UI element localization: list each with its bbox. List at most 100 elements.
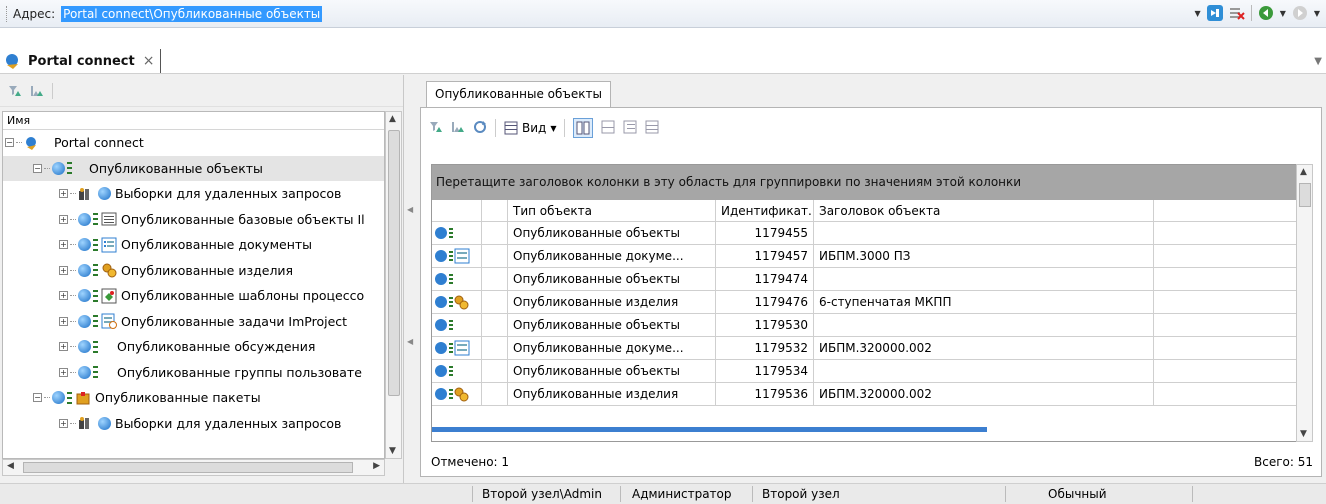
filter-icon[interactable] bbox=[429, 121, 443, 136]
group-by-area[interactable]: Перетащите заголовок колонки в эту облас… bbox=[432, 165, 1305, 200]
tree-item[interactable]: + Опубликованные базовые объекты Il bbox=[3, 207, 384, 233]
tree-item-label: Опубликованные пакеты bbox=[95, 390, 261, 406]
table-row[interactable]: Опубликованные объекты 1179534 bbox=[432, 360, 1305, 383]
published-node-icon bbox=[93, 289, 98, 302]
view-button[interactable]: Вид ▼ bbox=[504, 121, 556, 135]
splitter-grip[interactable]: ◀ bbox=[407, 205, 413, 215]
icon-column-header[interactable] bbox=[432, 200, 482, 221]
sort-icon[interactable] bbox=[451, 121, 465, 136]
tree-item-label: Portal connect bbox=[54, 135, 144, 151]
selected-row-indicator[interactable] bbox=[432, 427, 987, 432]
expand-icon[interactable]: + bbox=[59, 316, 68, 326]
table-row[interactable]: Опубликованные докуме... 1179457 ИБПМ.3000… bbox=[432, 245, 1305, 268]
panel-splitter[interactable]: ◀ ◀ bbox=[404, 75, 416, 483]
tree-item[interactable]: + Опубликованные группы пользовате bbox=[3, 360, 384, 386]
row-marker-cell[interactable] bbox=[482, 291, 508, 313]
clear-filter-icon[interactable] bbox=[1229, 5, 1245, 21]
tab-published-objects[interactable]: Опубликованные объекты bbox=[426, 81, 611, 107]
table-row[interactable]: Опубликованные объекты 1179474 bbox=[432, 268, 1305, 291]
sort-icon[interactable] bbox=[30, 85, 44, 97]
scroll-right-icon[interactable]: ▶ bbox=[373, 461, 380, 471]
expand-icon[interactable]: + bbox=[59, 265, 68, 275]
grid-footer: Отмечено: 1 Всего: 51 bbox=[431, 452, 1313, 472]
scroll-down-icon[interactable]: ▼ bbox=[389, 446, 396, 456]
forward-icon[interactable] bbox=[1292, 5, 1308, 21]
tab-portal-connect[interactable]: Portal connect × bbox=[28, 49, 162, 73]
table-row[interactable]: Опубликованные объекты 1179455 bbox=[432, 222, 1305, 245]
scroll-thumb[interactable] bbox=[388, 130, 400, 396]
column-header-title[interactable]: Заголовок объекта bbox=[814, 200, 1154, 221]
tree-item[interactable]: + Опубликованные изделия bbox=[3, 258, 384, 284]
published-node-icon bbox=[93, 340, 98, 353]
close-icon[interactable]: × bbox=[143, 53, 155, 69]
table-row[interactable]: Опубликованные изделия 1179476 6-ступенчат… bbox=[432, 291, 1305, 314]
card-layout-icon[interactable] bbox=[601, 120, 615, 137]
forward-dropdown-icon[interactable]: ▼ bbox=[1314, 9, 1320, 18]
expand-icon[interactable]: + bbox=[59, 342, 68, 352]
row-marker-cell[interactable] bbox=[482, 245, 508, 267]
collapse-icon[interactable]: − bbox=[33, 163, 42, 173]
scroll-up-icon[interactable]: ▲ bbox=[389, 114, 396, 124]
cell-id: 1179474 bbox=[716, 268, 814, 290]
tree-item[interactable]: + Выборки для удаленных запросов bbox=[3, 411, 384, 437]
table-row[interactable]: Опубликованные объекты 1179530 bbox=[432, 314, 1305, 337]
row-marker-cell[interactable] bbox=[482, 383, 508, 405]
back-dropdown-icon[interactable]: ▼ bbox=[1280, 9, 1286, 18]
collapse-icon[interactable]: − bbox=[5, 138, 14, 148]
published-node-icon bbox=[93, 213, 98, 226]
scroll-up-icon[interactable]: ▲ bbox=[1300, 167, 1307, 177]
row-marker-cell[interactable] bbox=[482, 337, 508, 359]
row-marker-cell[interactable] bbox=[482, 268, 508, 290]
collapse-icon[interactable]: − bbox=[33, 393, 42, 403]
expand-icon[interactable]: + bbox=[59, 418, 68, 428]
address-dropdown-icon[interactable]: ▼ bbox=[1195, 9, 1201, 18]
marker-column-header[interactable] bbox=[482, 200, 508, 221]
scroll-thumb[interactable] bbox=[1299, 183, 1311, 207]
cell-type: Опубликованные объекты bbox=[508, 314, 716, 336]
column-header-type[interactable]: Тип объекта bbox=[508, 200, 716, 221]
tree-item-published-objects[interactable]: − Опубликованные объекты bbox=[3, 155, 384, 181]
go-icon[interactable] bbox=[1206, 5, 1223, 21]
expand-icon[interactable]: + bbox=[59, 240, 68, 250]
table-row[interactable]: Опубликованные докуме... 1179532 ИБПМ.3200… bbox=[432, 337, 1305, 360]
scroll-thumb[interactable] bbox=[23, 462, 353, 473]
panel-menu-icon[interactable]: ▼ bbox=[1314, 56, 1322, 67]
tree-item[interactable]: + Выборки для удаленных запросов bbox=[3, 181, 384, 207]
total-count: Всего: 51 bbox=[1254, 455, 1313, 469]
tree-item[interactable]: + Опубликованные шаблоны процессо bbox=[3, 283, 384, 309]
address-input[interactable]: Portal connect\Опубликованные объекты bbox=[61, 5, 323, 22]
expand-icon[interactable]: + bbox=[59, 189, 68, 199]
scroll-down-icon[interactable]: ▼ bbox=[1300, 429, 1307, 439]
splitter-grip[interactable]: ◀ bbox=[407, 337, 413, 347]
refresh-icon[interactable] bbox=[473, 120, 487, 137]
cell-id: 1179476 bbox=[716, 291, 814, 313]
row-marker-cell[interactable] bbox=[482, 222, 508, 244]
toolbar-grip[interactable] bbox=[6, 5, 9, 22]
tree-column-header[interactable]: Имя bbox=[3, 112, 384, 130]
tree-item[interactable]: + Опубликованные документы bbox=[3, 232, 384, 258]
globe-icon bbox=[98, 187, 111, 201]
table-row[interactable]: Опубликованные изделия 1179536 ИБПМ.320000… bbox=[432, 383, 1305, 406]
expand-icon[interactable]: + bbox=[59, 291, 68, 301]
grid-layout-icon[interactable] bbox=[573, 118, 594, 138]
row-marker-cell[interactable] bbox=[482, 360, 508, 382]
list-layout-icon[interactable] bbox=[645, 120, 659, 137]
expand-icon[interactable]: + bbox=[59, 214, 68, 224]
tree-vertical-scrollbar[interactable]: ▲ ▼ bbox=[385, 111, 402, 459]
tree-item[interactable]: + Опубликованные задачи ImProject bbox=[3, 309, 384, 335]
tree-item-label: Опубликованные базовые объекты Il bbox=[121, 211, 365, 227]
tree-item[interactable]: − Portal connect bbox=[3, 130, 384, 156]
back-icon[interactable] bbox=[1258, 5, 1274, 21]
base-objects-icon bbox=[101, 211, 117, 227]
products-icon bbox=[101, 262, 117, 278]
tree-layout-icon[interactable] bbox=[623, 120, 637, 137]
tree-item[interactable]: + Опубликованные обсуждения bbox=[3, 334, 384, 360]
grid-vertical-scrollbar[interactable]: ▲ ▼ bbox=[1296, 164, 1313, 442]
expand-icon[interactable]: + bbox=[59, 367, 68, 377]
tree-item[interactable]: − Опубликованные пакеты bbox=[3, 385, 384, 411]
column-header-id[interactable]: Идентификат... bbox=[716, 200, 814, 221]
filter-icon[interactable] bbox=[8, 85, 22, 97]
tree-horizontal-scrollbar[interactable]: ◀ ▶ bbox=[2, 459, 385, 476]
row-marker-cell[interactable] bbox=[482, 314, 508, 336]
scroll-left-icon[interactable]: ◀ bbox=[7, 461, 14, 471]
